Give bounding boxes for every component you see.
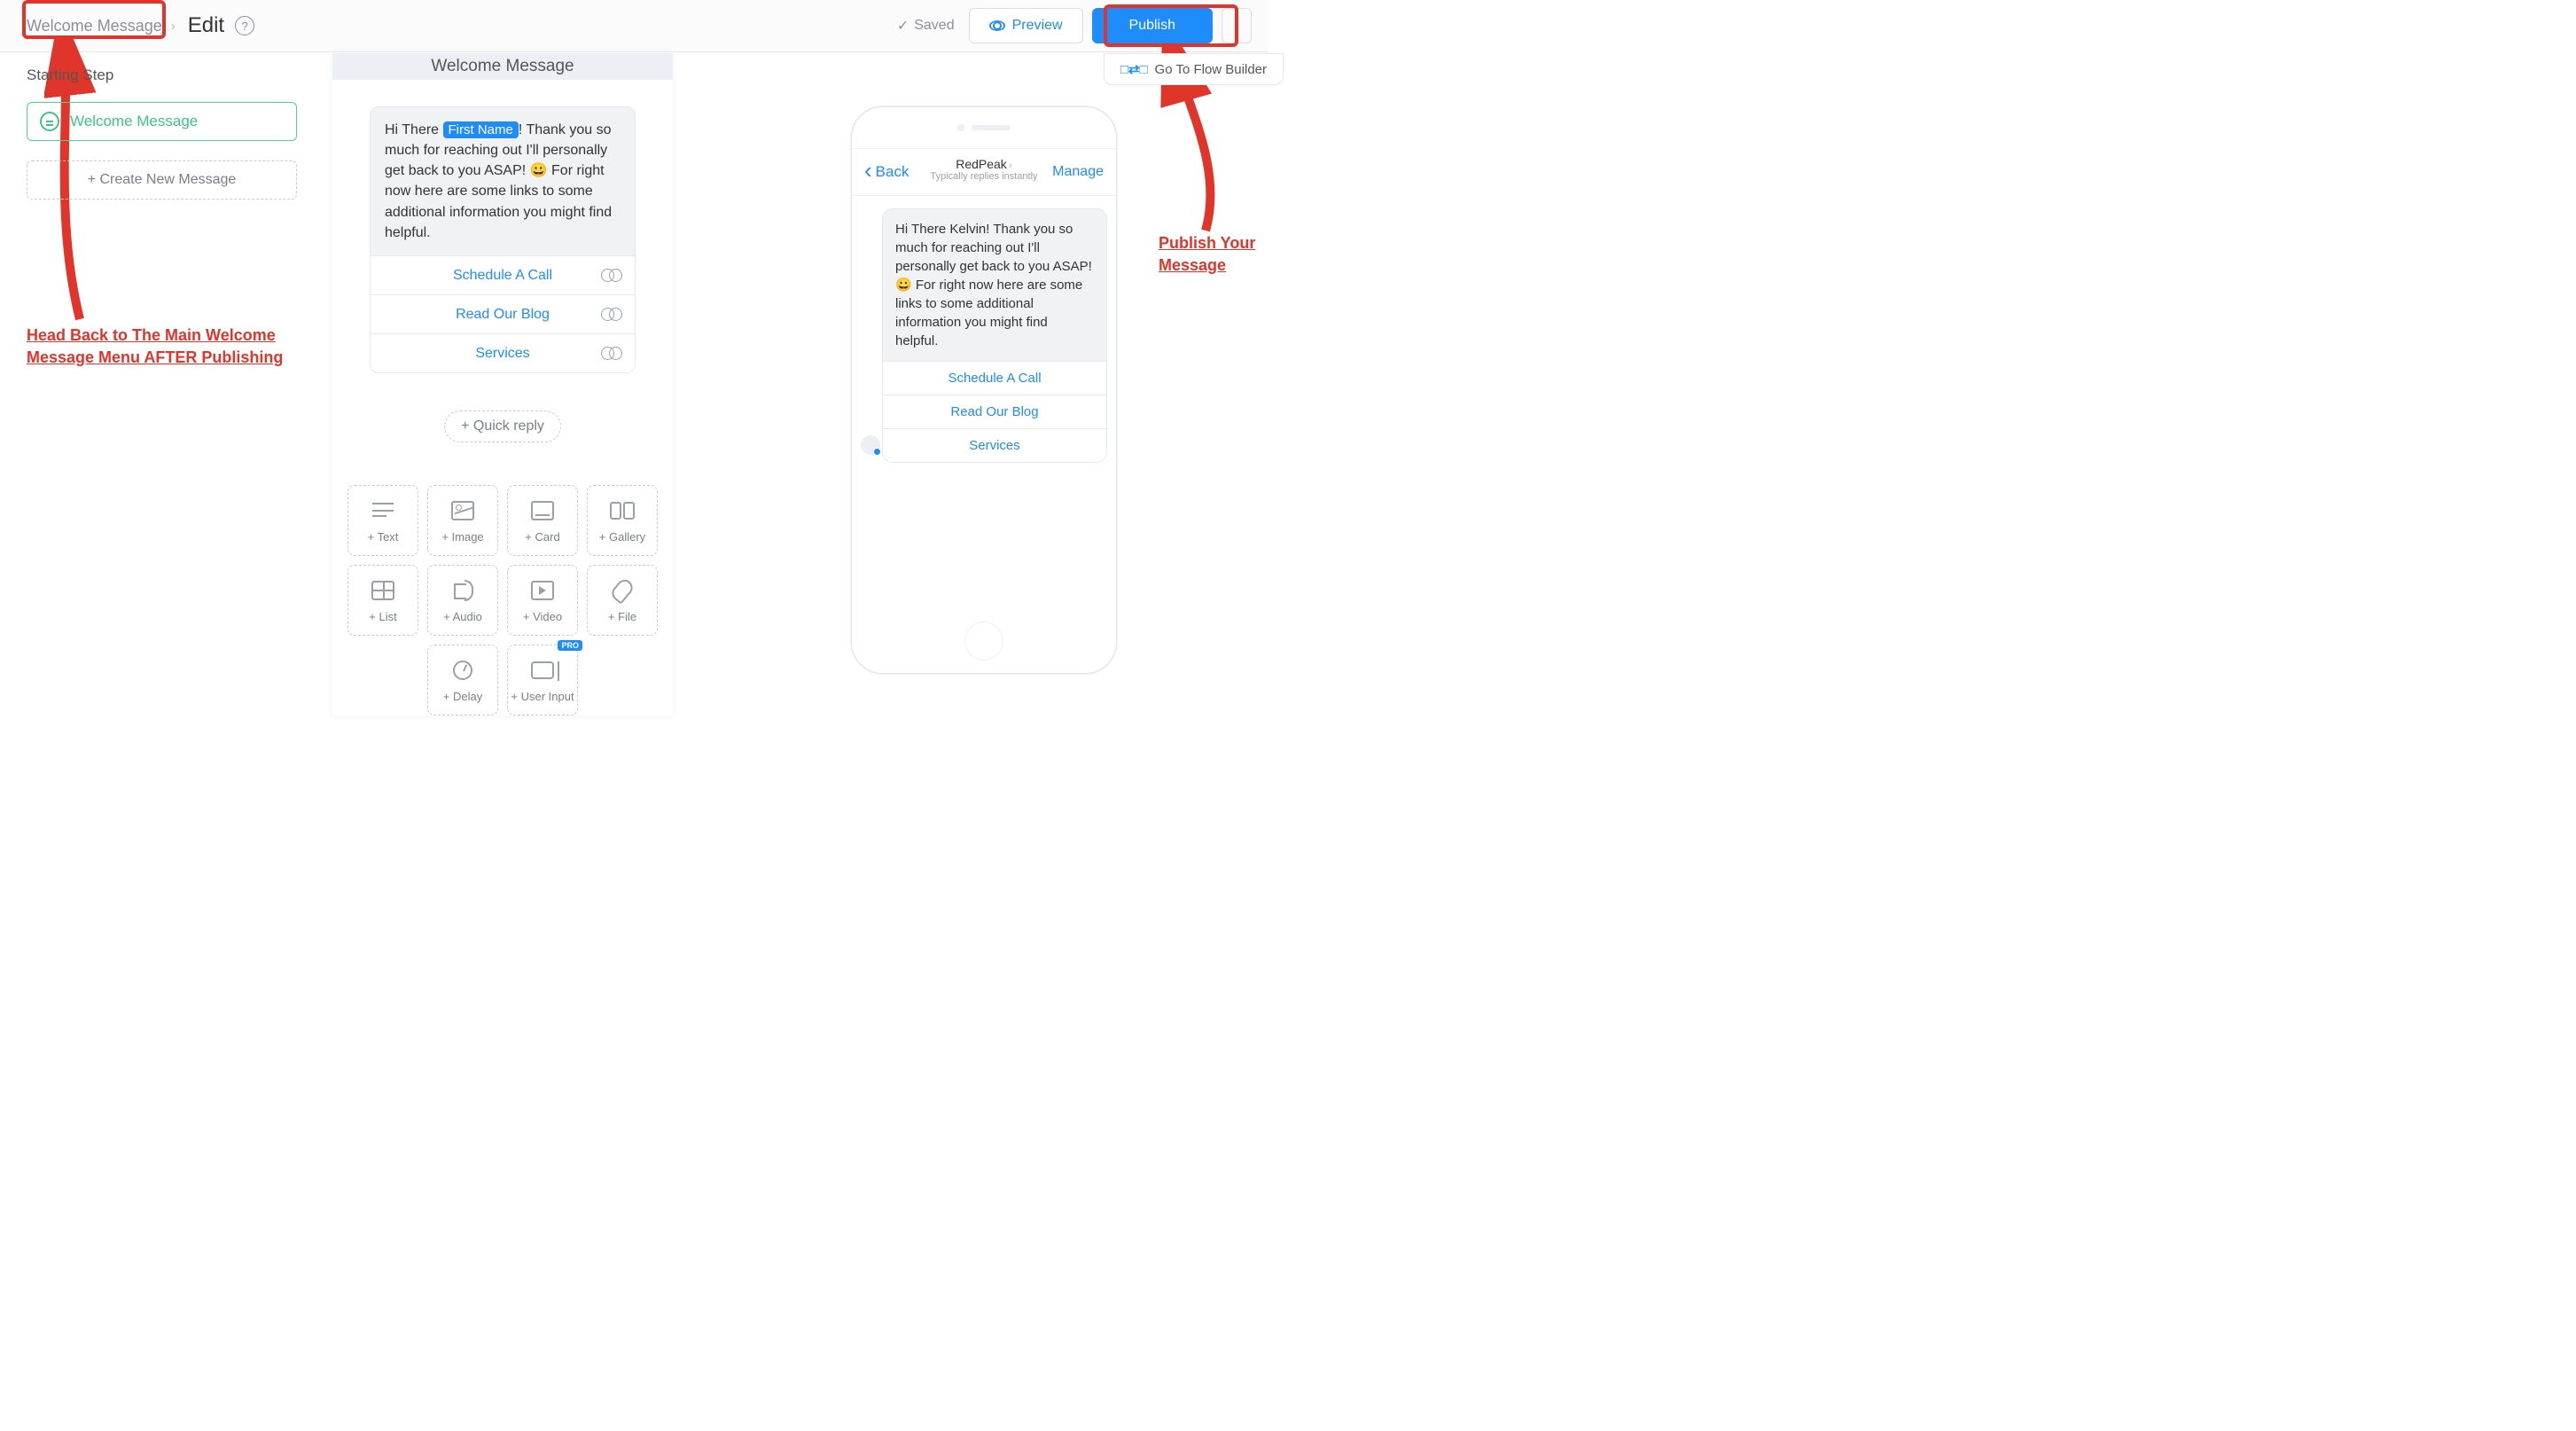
annotation-text-left: Head Back to The Main Welcome Message Me… xyxy=(27,325,293,369)
link-icon xyxy=(601,269,622,283)
pro-badge: PRO xyxy=(558,640,582,651)
page-title: Edit xyxy=(188,13,224,38)
tool-video[interactable]: + Video xyxy=(507,565,578,636)
chevron-right-icon: › xyxy=(171,19,176,34)
phone-subtitle: Typically replies instantly xyxy=(852,171,1116,182)
message-pre: Hi There xyxy=(385,122,443,137)
publish-label: Publish xyxy=(1129,18,1175,34)
help-icon[interactable]: ? xyxy=(235,16,254,35)
flow-builder-label: Go To Flow Builder xyxy=(1155,62,1267,77)
delay-icon xyxy=(453,658,472,683)
video-icon xyxy=(531,578,554,603)
message-block[interactable]: Hi There First Name! Thank you so much f… xyxy=(370,106,636,373)
tool-label: + User Input xyxy=(511,690,574,703)
phone-conversation-title: RedPeak› xyxy=(852,157,1116,171)
text-icon xyxy=(372,498,394,523)
step-welcome-message[interactable]: Welcome Message xyxy=(27,102,297,141)
message-button[interactable]: Read Our Blog xyxy=(371,294,635,333)
phone-message-bubble: Hi There Kelvin! Thank you so much for r… xyxy=(882,208,1107,362)
tool-text[interactable]: + Text xyxy=(347,485,418,556)
step-label: Welcome Message xyxy=(70,113,198,130)
tool-image[interactable]: + Image xyxy=(427,485,498,556)
phone-home-button xyxy=(964,622,1003,661)
flow-icon: □⇄□ xyxy=(1120,61,1148,77)
tool-audio[interactable]: + Audio xyxy=(427,565,498,636)
phone-message-button[interactable]: Schedule A Call xyxy=(882,362,1107,395)
tool-label: + Image xyxy=(441,530,483,543)
tool-label: + Video xyxy=(523,610,562,623)
message-bubble-icon xyxy=(40,112,59,131)
message-button[interactable]: Services xyxy=(371,333,635,372)
phone-top-bar xyxy=(852,107,1116,148)
eye-icon xyxy=(989,20,1005,31)
tool-delay[interactable]: + Delay xyxy=(427,645,498,716)
go-to-flow-builder-button[interactable]: □⇄□ Go To Flow Builder xyxy=(1104,53,1284,85)
add-quick-reply-button[interactable]: + Quick reply xyxy=(444,411,561,442)
gallery-icon xyxy=(610,498,635,523)
phone-preview: Back RedPeak› Typically replies instantl… xyxy=(851,106,1117,674)
card-icon xyxy=(531,498,554,523)
tool-label: + Text xyxy=(368,530,399,543)
link-icon xyxy=(601,347,622,361)
message-button[interactable]: Schedule A Call xyxy=(371,255,635,294)
publish-button[interactable]: Publish xyxy=(1092,8,1213,43)
audio-icon xyxy=(454,578,472,603)
phone-message-button[interactable]: Read Our Blog xyxy=(882,395,1107,429)
annotation-text-right: Publish Your Message xyxy=(1159,232,1283,277)
tool-label: + File xyxy=(608,610,636,623)
input-icon xyxy=(531,658,554,683)
message-button-label: Schedule A Call xyxy=(453,268,552,284)
tool-label: + Gallery xyxy=(599,530,645,543)
tool-label: + Audio xyxy=(443,610,482,623)
breadcrumb-welcome-message[interactable]: Welcome Message xyxy=(27,17,162,35)
tool-input[interactable]: + User InputPRO xyxy=(507,645,578,716)
preview-label: Preview xyxy=(1012,18,1063,34)
tool-label: + Card xyxy=(525,530,559,543)
preview-button[interactable]: Preview xyxy=(969,8,1083,43)
more-menu-button[interactable] xyxy=(1222,8,1252,43)
tool-label: + List xyxy=(369,610,396,623)
chevron-right-icon: › xyxy=(1009,159,1012,171)
message-button-label: Read Our Blog xyxy=(456,307,550,323)
saved-status: Saved xyxy=(897,17,955,35)
message-text[interactable]: Hi There First Name! Thank you so much f… xyxy=(371,107,635,255)
starting-step-heading: Starting Step xyxy=(27,66,297,84)
link-icon xyxy=(601,308,622,322)
message-post: ! Thank you so much for reaching out I'l… xyxy=(385,122,612,240)
file-icon xyxy=(614,578,630,603)
editor-title: Welcome Message xyxy=(332,53,673,80)
variable-token-first-name[interactable]: First Name xyxy=(443,121,519,138)
tool-label: + Delay xyxy=(443,690,482,703)
tool-list[interactable]: + List xyxy=(347,565,418,636)
message-button-label: Services xyxy=(475,346,529,362)
tool-card[interactable]: + Card xyxy=(507,485,578,556)
tool-file[interactable]: + File xyxy=(587,565,658,636)
create-new-message-button[interactable]: + Create New Message xyxy=(27,160,297,199)
tool-gallery[interactable]: + Gallery xyxy=(587,485,658,556)
image-icon xyxy=(451,498,474,523)
phone-message-button[interactable]: Services xyxy=(882,429,1107,463)
list-icon xyxy=(371,578,394,603)
avatar-icon xyxy=(861,435,880,455)
